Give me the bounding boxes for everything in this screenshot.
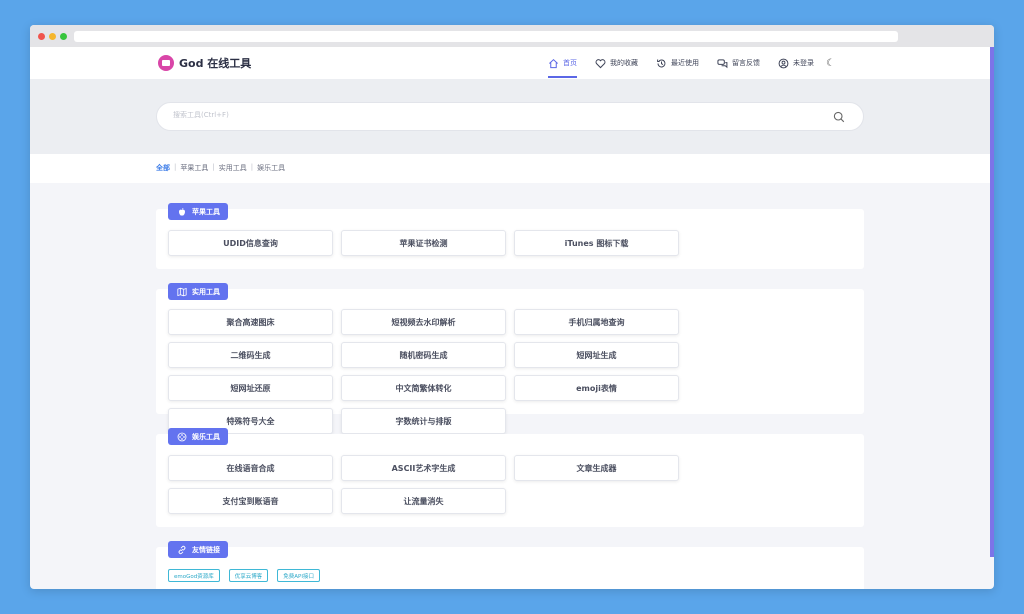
tool-short-url-restore[interactable]: 短网址还原	[168, 375, 333, 401]
section-badge-fun: 娱乐工具	[168, 428, 228, 445]
user-icon	[778, 58, 789, 68]
section-utility-tools: 实用工具 聚合高速图床 短视频去水印解析 手机归属地查询 二维码生成 随机密码生…	[156, 283, 864, 434]
nav-home-label: 首页	[563, 59, 577, 67]
tool-grid-fun: 在线语音合成 ASCII艺术字生成 文章生成器 支付宝到账语音 让流量消失	[168, 455, 852, 521]
section-badge-utility: 实用工具	[168, 283, 228, 300]
site-header: God 在线工具 首页 我的收藏 最近使用 留言反馈 未登录 ☾	[30, 47, 990, 79]
site-title: God 在线工具	[179, 57, 252, 70]
tool-emoji[interactable]: emoji表情	[514, 375, 679, 401]
category-separator: |	[174, 163, 177, 171]
nav-home[interactable]: 首页	[548, 47, 577, 79]
section-title-apple: 苹果工具	[192, 207, 220, 216]
film-icon	[177, 432, 187, 441]
section-badge-apple: 苹果工具	[168, 203, 228, 220]
section-apple-tools: 苹果工具 UDID信息查询 苹果证书检测 iTunes 图标下载	[156, 203, 864, 269]
tool-grid-apple: UDID信息查询 苹果证书检测 iTunes 图标下载	[168, 230, 852, 263]
history-icon	[657, 58, 666, 67]
nav-login[interactable]: 未登录	[778, 47, 814, 79]
tool-word-count[interactable]: 字数统计与排版	[341, 408, 506, 434]
tool-ascii-art[interactable]: ASCII艺术字生成	[341, 455, 506, 481]
category-filter: 全部 | 苹果工具 | 实用工具 | 娱乐工具	[156, 163, 289, 173]
apple-icon	[179, 207, 185, 216]
tool-password-generator[interactable]: 随机密码生成	[341, 342, 506, 368]
search-input[interactable]	[173, 111, 773, 119]
site-logo[interactable]: God 在线工具	[158, 55, 251, 71]
close-dot-icon[interactable]	[38, 32, 45, 40]
scrollbar[interactable]	[990, 47, 994, 557]
nav-feedback-label: 留言反馈	[732, 59, 760, 67]
tool-video-watermark-remover[interactable]: 短视频去水印解析	[341, 309, 506, 335]
category-utility[interactable]: 实用工具	[219, 163, 247, 173]
tool-itunes-icon-download[interactable]: iTunes 图标下载	[514, 230, 679, 256]
address-bar[interactable]	[74, 31, 898, 42]
toolbox-icon	[158, 55, 174, 71]
search-icon[interactable]	[833, 111, 845, 123]
maximize-dot-icon[interactable]	[60, 32, 67, 40]
friend-link[interactable]: 优享云博客	[228, 569, 269, 582]
category-bar: 全部 | 苹果工具 | 实用工具 | 娱乐工具	[30, 154, 990, 183]
tool-alipay-voice[interactable]: 支付宝到账语音	[168, 488, 333, 514]
tool-udid-lookup[interactable]: UDID信息查询	[168, 230, 333, 256]
tool-text-to-speech[interactable]: 在线语音合成	[168, 455, 333, 481]
nav-login-label: 未登录	[793, 59, 814, 67]
nav-feedback[interactable]: 留言反馈	[717, 47, 760, 79]
section-title-links: 友情链接	[192, 545, 220, 554]
nav-recent[interactable]: 最近使用	[656, 47, 699, 79]
main-nav: 首页 我的收藏 最近使用 留言反馈 未登录 ☾	[548, 47, 835, 79]
category-fun[interactable]: 娱乐工具	[257, 163, 285, 173]
nav-recent-label: 最近使用	[671, 59, 699, 67]
moon-icon[interactable]: ☾	[826, 58, 835, 69]
browser-window: God 在线工具 首页 我的收藏 最近使用 留言反馈 未登录 ☾ 搜索工具(Ct…	[30, 25, 994, 589]
category-separator: |	[250, 163, 254, 171]
map-icon	[177, 287, 187, 296]
tool-traffic-burner[interactable]: 让流量消失	[341, 488, 506, 514]
nav-favorites[interactable]: 我的收藏	[595, 47, 638, 79]
browser-chrome	[30, 25, 994, 47]
friend-link[interactable]: emoGod资源库	[168, 569, 220, 582]
search-box[interactable]	[156, 102, 864, 131]
minimize-dot-icon[interactable]	[49, 32, 56, 40]
home-icon	[549, 58, 558, 68]
tool-qrcode-generator[interactable]: 二维码生成	[168, 342, 333, 368]
search-area	[30, 79, 990, 154]
tool-chinese-converter[interactable]: 中文简繁体转化	[341, 375, 506, 401]
friend-link-list: emoGod资源库 优享云博客 免费API接口	[168, 569, 329, 582]
section-title-utility: 实用工具	[192, 287, 220, 296]
tool-short-url-generator[interactable]: 短网址生成	[514, 342, 679, 368]
section-title-fun: 娱乐工具	[192, 432, 220, 441]
nav-favorites-label: 我的收藏	[610, 59, 638, 67]
section-friend-links: 友情链接 emoGod资源库 优享云博客 免费API接口	[156, 541, 864, 589]
tool-article-generator[interactable]: 文章生成器	[514, 455, 679, 481]
section-badge-links: 友情链接	[168, 541, 228, 558]
tool-grid-utility: 聚合高速图床 短视频去水印解析 手机归属地查询 二维码生成 随机密码生成 短网址…	[168, 309, 852, 441]
friend-link[interactable]: 免费API接口	[277, 569, 320, 582]
section-fun-tools: 娱乐工具 在线语音合成 ASCII艺术字生成 文章生成器 支付宝到账语音 让流量…	[156, 428, 864, 527]
tool-phone-location[interactable]: 手机归属地查询	[514, 309, 679, 335]
category-apple[interactable]: 苹果工具	[180, 163, 208, 173]
chat-icon	[717, 58, 728, 68]
tool-apple-cert-check[interactable]: 苹果证书检测	[341, 230, 506, 256]
heart-icon	[595, 58, 606, 68]
category-separator: |	[212, 163, 215, 171]
category-all[interactable]: 全部	[156, 163, 170, 173]
tool-image-hosting[interactable]: 聚合高速图床	[168, 309, 333, 335]
link-icon	[178, 545, 186, 554]
